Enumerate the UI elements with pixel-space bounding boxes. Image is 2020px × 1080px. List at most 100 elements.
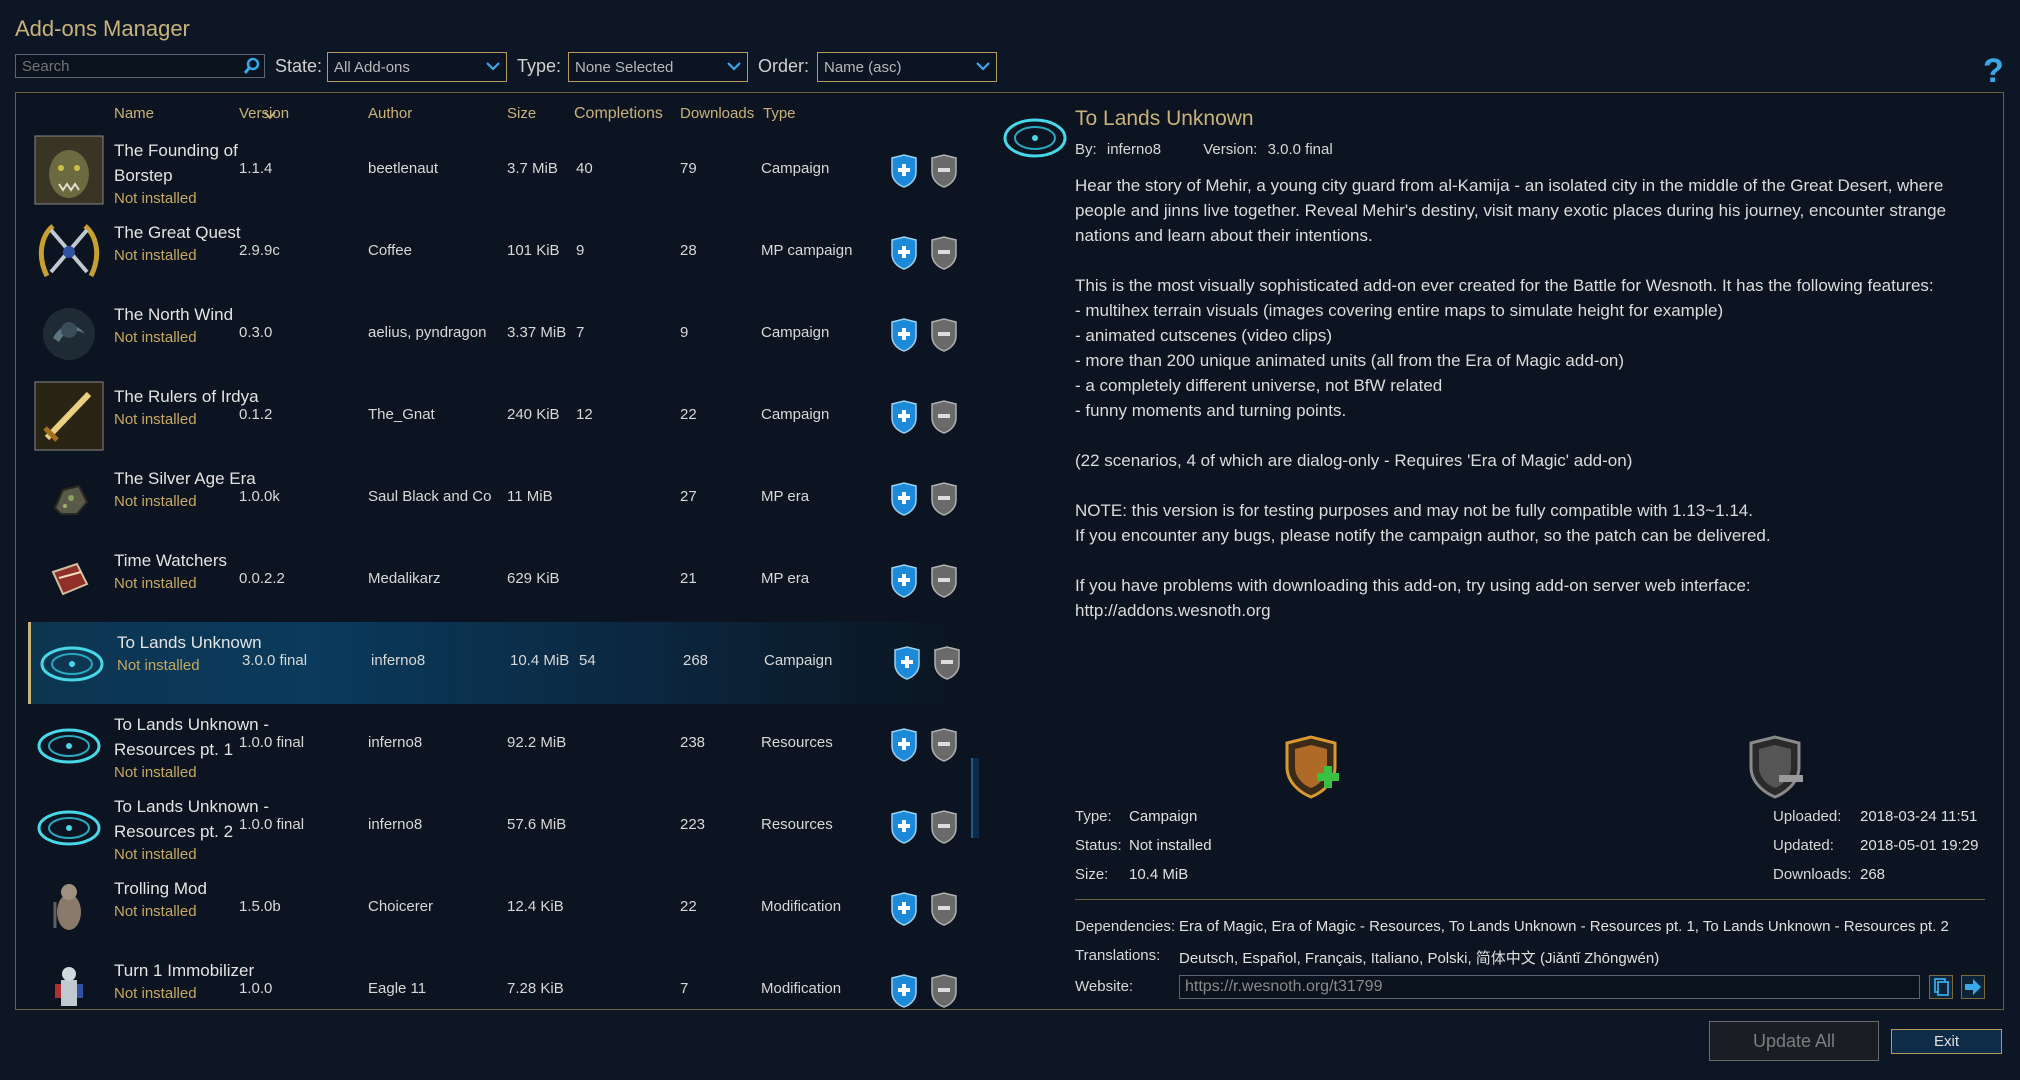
addon-author: inferno8	[368, 816, 423, 833]
addon-downloads: 268	[683, 652, 709, 669]
addon-row[interactable]: The Silver Age Era Not installed 1.0.0k S…	[28, 458, 968, 540]
addon-size: 240 KiB	[507, 406, 560, 423]
addon-author: beetlenaut	[368, 160, 439, 177]
addon-downloads: 27	[680, 488, 697, 505]
version-label: Version:	[1203, 141, 1258, 158]
addon-type: Modification	[761, 980, 842, 997]
column-header-author[interactable]: Author	[368, 105, 412, 122]
downloads-value: 268	[1860, 866, 1886, 883]
addon-author: Saul Black and Co	[368, 488, 492, 505]
addon-row[interactable]: Time Watchers Not installed 0.0.2.2 Medal…	[28, 540, 968, 622]
uninstall-button[interactable]	[930, 154, 958, 188]
addon-completions: 12	[576, 406, 593, 423]
addon-row[interactable]: To Lands Unknown Not installed 3.0.0 fin…	[28, 622, 968, 704]
addon-row[interactable]: The Rulers of Irdya Not installed 0.1.2 T…	[28, 376, 968, 458]
search-icon[interactable]	[243, 57, 261, 75]
state-dropdown[interactable]: All Add-ons	[327, 52, 507, 82]
update-all-button[interactable]: Update All	[1709, 1021, 1879, 1061]
chevron-down-icon	[727, 62, 741, 71]
column-header-type[interactable]: Type	[763, 105, 796, 122]
install-button[interactable]	[890, 564, 918, 598]
column-header-version[interactable]: Version	[239, 105, 289, 122]
addon-version: 3.0.0 final	[242, 652, 308, 669]
install-button[interactable]	[890, 154, 918, 188]
uninstall-button[interactable]	[930, 810, 958, 844]
ore-rock-icon	[53, 484, 89, 515]
order-dropdown[interactable]: Name (asc)	[817, 52, 997, 82]
addon-type: MP era	[761, 570, 810, 587]
detail-author: inferno8	[1106, 141, 1162, 158]
addon-author: Medalikarz	[368, 570, 441, 587]
detail-byline: By: inferno8 Version: 3.0.0 final	[1075, 141, 1333, 158]
website-url-field[interactable]: https://r.wesnoth.org/t31799	[1179, 975, 1920, 999]
install-button[interactable]	[890, 400, 918, 434]
uninstall-shield-icon[interactable]	[1745, 735, 1805, 799]
updated-key: Updated:	[1773, 837, 1834, 854]
column-header-size[interactable]: Size	[507, 105, 536, 122]
search-input[interactable]	[15, 54, 265, 78]
filter-bar: State: All Add-ons Type: None Selected O…	[15, 52, 2015, 90]
install-button[interactable]	[890, 318, 918, 352]
column-header-name[interactable]: Name	[114, 105, 154, 122]
addon-author: Eagle 11	[368, 980, 427, 997]
addon-downloads: 79	[680, 160, 697, 177]
list-scrollbar[interactable]	[971, 758, 979, 838]
uninstall-button[interactable]	[930, 892, 958, 926]
uninstall-button[interactable]	[933, 646, 961, 680]
addon-size: 7.28 KiB	[507, 980, 564, 997]
addon-row[interactable]: Trolling Mod Not installed 1.5.0b Choicer…	[28, 868, 968, 950]
uninstall-button[interactable]	[930, 728, 958, 762]
addon-row[interactable]: The North Wind Not installed 0.3.0 aelius…	[28, 294, 968, 376]
open-url-button[interactable]	[1961, 975, 1985, 999]
uninstall-button[interactable]	[930, 974, 958, 1008]
addon-version: 0.0.2.2	[239, 570, 285, 587]
install-button[interactable]	[890, 236, 918, 270]
addon-row[interactable]: The Founding of Borstep Not installed 1.…	[28, 130, 968, 212]
addon-list: Name Version Author Size Completions Dow…	[28, 93, 986, 1009]
exit-button[interactable]: Exit	[1891, 1029, 2002, 1054]
addon-completions: 54	[579, 652, 596, 669]
addon-type: Campaign	[761, 160, 830, 177]
orc-portrait-icon	[34, 135, 104, 205]
type-label: Type:	[517, 56, 562, 76]
state-label: State:	[275, 56, 323, 76]
install-button[interactable]	[890, 482, 918, 516]
install-button[interactable]	[890, 728, 918, 762]
addon-completions: 7	[576, 324, 585, 341]
addon-row[interactable]: To Lands Unknown - Resources pt. 1 Not i…	[28, 704, 968, 786]
updated-value: 2018-05-01 19:29	[1860, 837, 1979, 854]
column-header-downloads[interactable]: Downloads	[680, 105, 754, 122]
install-button[interactable]	[890, 892, 918, 926]
addon-size: 12.4 KiB	[507, 898, 564, 915]
magic-circle-icon	[40, 646, 104, 682]
addon-row[interactable]: The Great Quest Not installed 2.9.9c Coff…	[28, 212, 968, 294]
addon-row[interactable]: Turn 1 Immobilizer Not installed 1.0.0 Ea…	[28, 950, 968, 1032]
uninstall-button[interactable]	[930, 400, 958, 434]
copy-icon	[1934, 978, 1949, 996]
addon-row[interactable]: To Lands Unknown - Resources pt. 2 Not i…	[28, 786, 968, 868]
copy-url-button[interactable]	[1929, 975, 1953, 999]
install-button[interactable]	[890, 974, 918, 1008]
uninstall-button[interactable]	[930, 564, 958, 598]
dialog-title: Add-ons Manager	[15, 16, 190, 41]
install-shield-icon[interactable]	[1281, 735, 1341, 799]
website-key: Website:	[1075, 978, 1134, 995]
column-header-completions[interactable]: Completions	[574, 105, 663, 123]
addon-state: Not installed	[114, 764, 197, 781]
downloads-key: Downloads:	[1773, 866, 1852, 883]
addon-version: 2.9.9c	[239, 242, 280, 259]
install-button[interactable]	[890, 810, 918, 844]
install-button[interactable]	[893, 646, 921, 680]
addon-downloads: 238	[680, 734, 706, 751]
help-icon[interactable]: ?	[1983, 52, 2004, 91]
addon-author: inferno8	[368, 734, 423, 751]
uninstall-button[interactable]	[930, 236, 958, 270]
arrow-right-icon	[1965, 979, 1981, 995]
order-dropdown-value: Name (asc)	[824, 59, 902, 76]
addon-type: Resources	[761, 734, 833, 751]
addon-manager-frame: Name Version Author Size Completions Dow…	[15, 92, 2004, 1010]
type-dropdown[interactable]: None Selected	[568, 52, 748, 82]
addon-size: 57.6 MiB	[507, 816, 567, 833]
uninstall-button[interactable]	[930, 318, 958, 352]
uninstall-button[interactable]	[930, 482, 958, 516]
